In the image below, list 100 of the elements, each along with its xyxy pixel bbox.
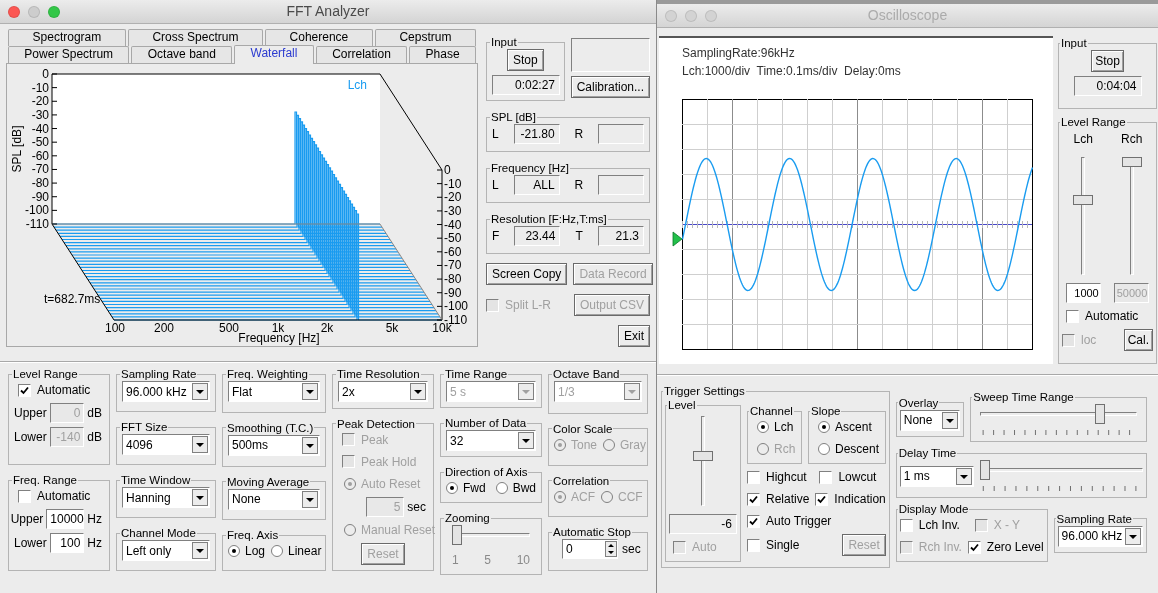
group-title: Resolution [F:Hz,T:ms]: [490, 212, 608, 226]
axis-tick-label: -110: [25, 217, 49, 231]
axis-tick-label: -30: [31, 107, 49, 122]
tab[interactable]: Cross Spectrum: [127, 29, 263, 46]
zoom-button[interactable]: [48, 5, 60, 18]
tab[interactable]: Phase: [409, 46, 476, 63]
axis-tick-label: -10: [31, 80, 49, 95]
slider-track[interactable]: [452, 525, 530, 545]
dropdown[interactable]: 2x: [338, 381, 428, 402]
group-title: Slope: [810, 404, 842, 418]
checkbox[interactable]: [899, 518, 913, 532]
radio-label: Auto Reset: [361, 475, 421, 493]
radio-button[interactable]: [446, 482, 458, 494]
checkbox-label: Auto Trigger: [766, 513, 832, 530]
button[interactable]: Screen Copy: [486, 263, 568, 285]
dropdown[interactable]: Hanning: [122, 487, 210, 508]
slider-thumb[interactable]: [693, 451, 713, 462]
slider-track[interactable]: [1121, 157, 1142, 275]
field-label: R: [574, 177, 584, 194]
checkbox[interactable]: [747, 470, 760, 484]
dropdown[interactable]: 96.000 kHz: [1057, 525, 1144, 547]
tab[interactable]: Correlation: [315, 46, 408, 63]
spinner-arrows-icon[interactable]: [605, 541, 617, 558]
dropdown[interactable]: 500ms: [228, 434, 320, 456]
scale-label: 1: [452, 552, 459, 569]
dropdown[interactable]: None: [899, 409, 961, 431]
checkbox[interactable]: [18, 383, 31, 397]
text-field[interactable]: 100: [49, 533, 85, 553]
tab[interactable]: Spectrogram: [8, 29, 126, 46]
axis-tick-label: -80: [444, 272, 462, 287]
tab[interactable]: Cepstrum: [374, 29, 477, 46]
unit-label: sec: [407, 498, 427, 516]
slider-track[interactable]: [979, 460, 1144, 480]
group-title: Level Range: [12, 367, 79, 381]
checkbox-label: Lowcut: [838, 469, 877, 486]
dropdown[interactable]: None: [228, 488, 320, 510]
radio-button[interactable]: [228, 545, 240, 558]
slider-thumb[interactable]: [1121, 157, 1142, 167]
checkbox[interactable]: [747, 492, 760, 506]
text-field[interactable]: 1000: [1065, 283, 1101, 303]
checkbox[interactable]: [747, 538, 760, 552]
axis-tick-label: 2k: [320, 321, 334, 335]
radio-label: Tone: [571, 436, 598, 454]
slider[interactable]: [979, 460, 1144, 492]
checkbox-label: loc: [1081, 332, 1097, 349]
button[interactable]: Cal.: [1123, 329, 1153, 351]
dropdown[interactable]: Flat: [228, 381, 320, 402]
radio-button[interactable]: [757, 421, 769, 433]
checkbox[interactable]: [815, 492, 829, 506]
checkbox[interactable]: [18, 489, 31, 503]
group-title: Time Resolution: [336, 367, 421, 381]
axis-tick-label: -100: [24, 203, 49, 218]
text-field[interactable]: 10000: [46, 509, 85, 529]
readout-field: ALL: [513, 175, 560, 195]
axis-tick-label: -60: [444, 244, 462, 259]
slider-thumb[interactable]: [979, 460, 990, 480]
radio-label: Linear: [288, 543, 322, 561]
slider-thumb[interactable]: [452, 525, 462, 545]
radio-button[interactable]: [818, 443, 831, 455]
tab[interactable]: Power Spectrum: [8, 46, 130, 63]
close-button[interactable]: [8, 5, 20, 18]
slider-thumb[interactable]: [1073, 194, 1094, 205]
button[interactable]: Stop: [1091, 50, 1124, 72]
checkbox[interactable]: [747, 514, 760, 528]
unit-label: Hz: [87, 535, 103, 552]
radio-button[interactable]: [818, 421, 831, 433]
tab[interactable]: Octave band: [131, 46, 233, 63]
button[interactable]: Calibration...: [570, 76, 650, 98]
dropdown[interactable]: 1 ms: [899, 465, 974, 487]
radio-button[interactable]: [271, 545, 284, 558]
slider-track[interactable]: [980, 404, 1138, 424]
tab[interactable]: Waterfall: [234, 45, 314, 64]
radio-label: Ascent: [835, 419, 872, 436]
slider-track[interactable]: [1073, 157, 1094, 275]
radio-button[interactable]: [495, 482, 508, 494]
dropdown[interactable]: 4096: [122, 434, 210, 455]
button[interactable]: Exit: [618, 325, 650, 347]
checkbox[interactable]: [819, 470, 833, 484]
scale-label: 5: [484, 552, 491, 569]
group-title: Peak Detection: [336, 416, 416, 431]
dropdown[interactable]: Left only: [122, 540, 210, 561]
axis-tick-label: -40: [31, 121, 49, 136]
axis-tick-label: 500: [219, 321, 239, 335]
tab[interactable]: Coherence: [265, 29, 373, 46]
group-title: Channel: [749, 404, 794, 418]
info-text: SamplingRate:96kHz: [681, 45, 796, 62]
dropdown[interactable]: 96.000 kHz: [122, 381, 210, 402]
group-title: Color Scale: [552, 421, 614, 436]
button[interactable]: Stop: [506, 49, 544, 71]
group-title: Input: [490, 35, 518, 49]
spin-field[interactable]: 0: [562, 539, 618, 560]
group-title: Delay Time: [897, 446, 958, 460]
slider-track[interactable]: [693, 416, 713, 506]
checkbox[interactable]: [967, 540, 981, 554]
slider-thumb[interactable]: [1094, 404, 1105, 424]
display-box: [598, 124, 644, 144]
checkbox[interactable]: [1066, 309, 1079, 323]
readout-field: 23.44: [514, 226, 561, 246]
group-title: Octave Band: [552, 367, 621, 381]
dropdown[interactable]: 32: [446, 430, 536, 451]
